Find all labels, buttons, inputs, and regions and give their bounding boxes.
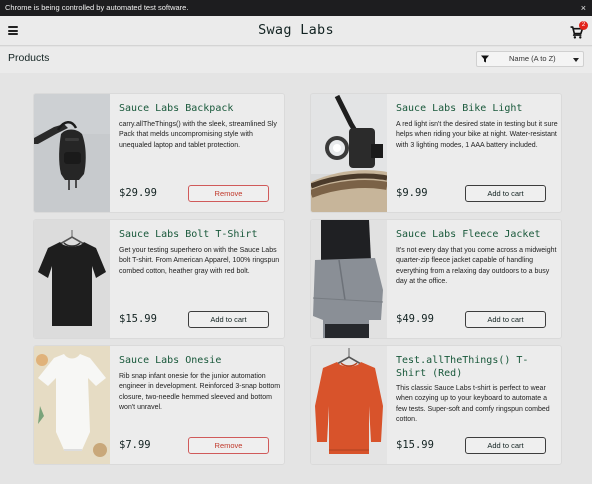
automation-notice: Chrome is being controlled by automated … — [5, 3, 189, 12]
product-image-fleece-jacket[interactable] — [311, 220, 387, 338]
inventory-item: Sauce Labs Bike Light A red light isn't … — [310, 93, 562, 213]
product-price: $15.99 — [396, 439, 434, 451]
product-name[interactable]: Sauce Labs Fleece Jacket — [396, 228, 558, 241]
product-image-bolt-t-shirt[interactable] — [34, 220, 110, 338]
product-name[interactable]: Sauce Labs Bike Light — [396, 102, 558, 115]
remove-button[interactable]: Remove — [188, 185, 269, 202]
product-price: $15.99 — [119, 313, 157, 325]
product-image-red-t-shirt[interactable] — [311, 346, 387, 464]
filter-funnel-icon — [481, 55, 489, 63]
infobar-close-icon[interactable]: × — [581, 0, 586, 16]
add-to-cart-button[interactable]: Add to cart — [465, 185, 546, 202]
product-description: Get your testing superhero on with the S… — [119, 247, 280, 275]
product-name[interactable]: Sauce Labs Bolt T-Shirt — [119, 228, 281, 241]
product-description: It's not every day that you come across … — [396, 247, 557, 286]
inventory-item: Sauce Labs Backpack carry.allTheThings()… — [33, 93, 285, 213]
cart-badge: 2 — [579, 21, 588, 30]
product-description: A red light isn't the desired state in t… — [396, 121, 558, 149]
product-image-bike-light[interactable] — [311, 94, 387, 212]
add-to-cart-button[interactable]: Add to cart — [188, 311, 269, 328]
remove-button[interactable]: Remove — [188, 437, 269, 454]
product-price: $29.99 — [119, 187, 157, 199]
products-subheader: Products Name (A to Z) — [0, 47, 592, 73]
product-image-backpack[interactable] — [34, 94, 110, 212]
inventory-item: Sauce Labs Fleece Jacket It's not every … — [310, 219, 562, 339]
product-description: This classic Sauce Labs t-shirt is perfe… — [396, 385, 550, 424]
inventory-item: Sauce Labs Onesie Rib snap infant onesie… — [33, 345, 285, 465]
product-name[interactable]: Sauce Labs Onesie — [119, 354, 281, 367]
add-to-cart-button[interactable]: Add to cart — [465, 437, 546, 454]
sort-dropdown[interactable]: Name (A to Z) — [476, 51, 584, 67]
product-description: carry.allTheThings() with the sleek, str… — [119, 121, 277, 149]
chevron-down-icon — [573, 58, 579, 62]
product-description: Rib snap infant onesie for the junior au… — [119, 373, 281, 412]
product-price: $7.99 — [119, 439, 151, 451]
product-price: $9.99 — [396, 187, 428, 199]
product-price: $49.99 — [396, 313, 434, 325]
app-logo: Swag Labs — [258, 22, 334, 38]
add-to-cart-button[interactable]: Add to cart — [465, 311, 546, 328]
product-name[interactable]: Test.allTheThings() T-Shirt (Red) — [396, 354, 558, 380]
app-header: Swag Labs 2 — [0, 16, 592, 46]
page-title: Products — [8, 52, 50, 64]
product-name[interactable]: Sauce Labs Backpack — [119, 102, 281, 115]
shopping-cart-icon[interactable]: 2 — [570, 21, 588, 40]
product-image-onesie[interactable] — [34, 346, 110, 464]
inventory-item: Test.allTheThings() T-Shirt (Red) This c… — [310, 345, 562, 465]
automation-infobar: Chrome is being controlled by automated … — [0, 0, 592, 16]
inventory-item: Sauce Labs Bolt T-Shirt Get your testing… — [33, 219, 285, 339]
sort-selected-value: Name (A to Z) — [509, 54, 556, 63]
